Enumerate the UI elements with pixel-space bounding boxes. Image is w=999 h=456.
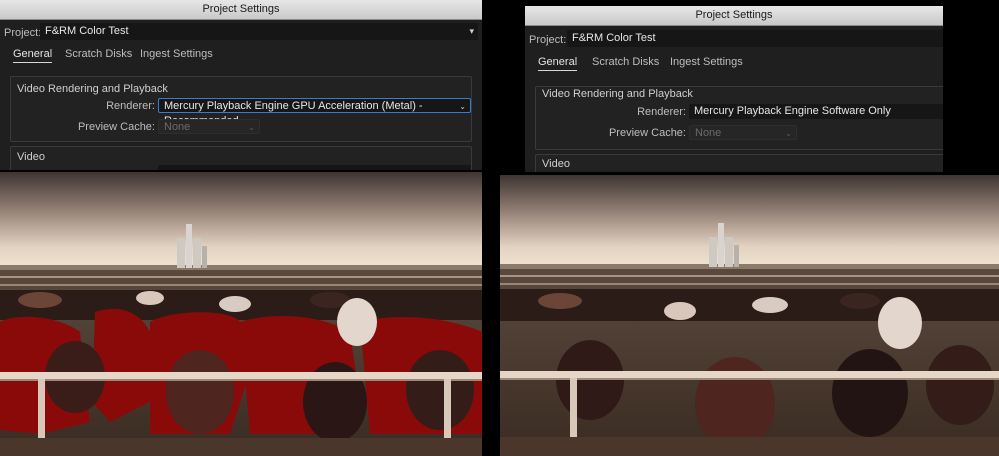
chevron-down-icon: ⌄ [785, 129, 792, 138]
chevron-down-icon: ⌄ [248, 123, 255, 132]
project-row: Project: F&RM Color Test [525, 26, 943, 52]
window-title: Project Settings [525, 6, 943, 26]
project-label: Project: [529, 34, 567, 46]
renderer-select[interactable]: Mercury Playback Engine GPU Acceleration… [158, 98, 471, 127]
chevron-down-icon[interactable]: ▾ [469, 23, 474, 40]
video-frame-software-render [500, 175, 999, 456]
project-name-field[interactable]: F&RM Color Test [567, 30, 943, 47]
section-title: Video Rendering and Playback [17, 83, 168, 95]
video-section-title: Video [542, 158, 570, 170]
tab-ingest-settings[interactable]: Ingest Settings [670, 56, 743, 68]
preview-cache-select[interactable]: None ⌄ [689, 125, 797, 140]
project-name: F&RM Color Test [45, 25, 129, 37]
preview-cache-label: Preview Cache: [608, 127, 686, 139]
feedlot-cattle-image [500, 175, 999, 456]
project-name-field[interactable]: F&RM Color Test [40, 23, 478, 40]
display-format-select[interactable] [158, 165, 471, 170]
preview-cache-label: Preview Cache: [77, 121, 155, 133]
tab-general[interactable]: General [13, 48, 53, 63]
tab-scratch-disks[interactable]: Scratch Disks [592, 56, 659, 68]
feedlot-cattle-image [0, 172, 482, 456]
tab-general[interactable]: General [538, 56, 578, 71]
project-label: Project: [4, 27, 42, 39]
renderer-select[interactable]: Mercury Playback Engine Software Only [689, 104, 943, 119]
renderer-label: Renderer: [106, 100, 155, 112]
window-title: Project Settings [0, 0, 482, 20]
project-settings-panel-software: Project Settings Project: F&RM Color Tes… [525, 6, 943, 172]
chevron-down-icon: ⌄ [459, 102, 466, 111]
preview-cache-value: None [695, 127, 722, 139]
project-row: Project: F&RM Color Test ▾ [0, 20, 482, 44]
preview-cache-value: None [164, 121, 191, 133]
renderer-label: Renderer: [637, 106, 686, 118]
preview-cache-select[interactable]: None ⌄ [158, 119, 260, 134]
video-rendering-group: Video Rendering and Playback Renderer: M… [535, 86, 943, 150]
video-group: Video [535, 154, 943, 172]
project-name: F&RM Color Test [572, 32, 656, 44]
renderer-value: Mercury Playback Engine Software Only [694, 105, 891, 117]
tab-ingest-settings[interactable]: Ingest Settings [140, 48, 213, 60]
tab-scratch-disks[interactable]: Scratch Disks [65, 48, 132, 60]
project-settings-panel-gpu: Project Settings Project: F&RM Color Tes… [0, 0, 482, 170]
video-frame-gpu-render [0, 172, 482, 456]
tab-bar: General Scratch Disks Ingest Settings [0, 44, 482, 66]
video-section-title: Video [17, 151, 45, 163]
video-group: Video [10, 146, 472, 170]
video-rendering-group: Video Rendering and Playback Renderer: M… [10, 76, 472, 142]
tab-bar: General Scratch Disks Ingest Settings [525, 52, 943, 74]
section-title: Video Rendering and Playback [542, 88, 693, 100]
